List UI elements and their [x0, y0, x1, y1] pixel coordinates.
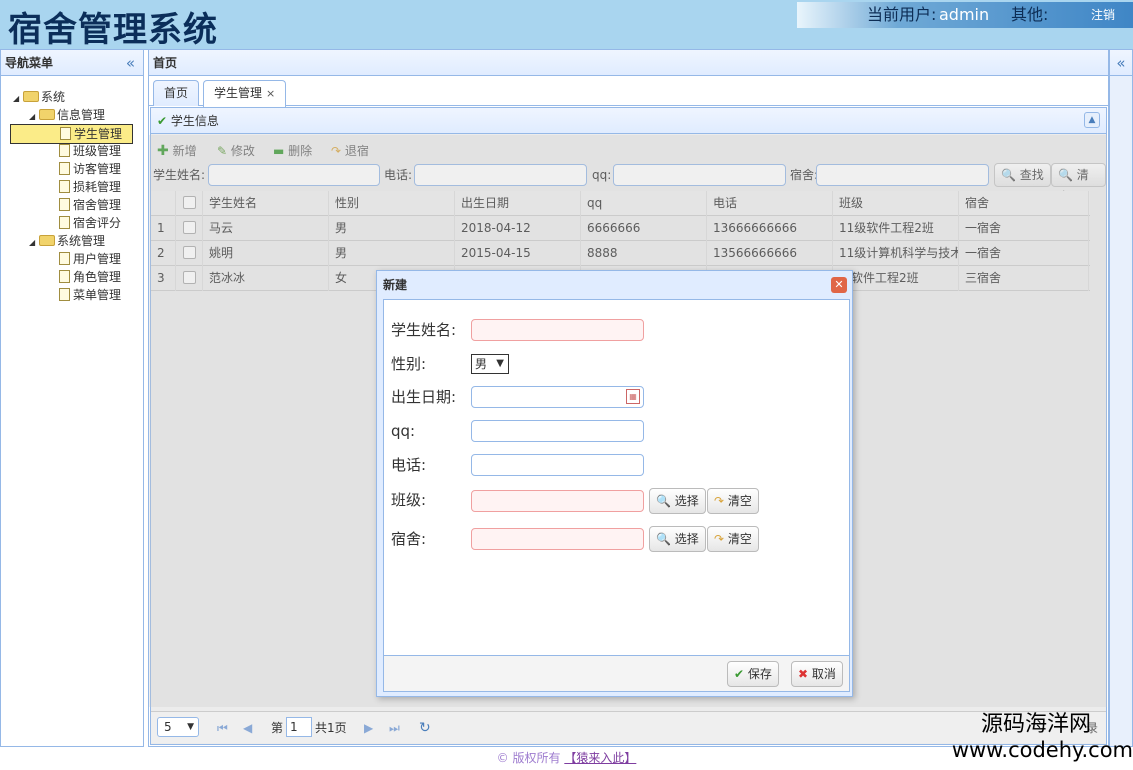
- page-prefix: 第: [271, 721, 284, 735]
- prev-page-icon[interactable]: ◀: [243, 712, 252, 744]
- first-page-icon[interactable]: ⏮: [217, 712, 228, 744]
- phone-field[interactable]: [471, 454, 644, 476]
- chevron-down-icon: ▼: [187, 722, 194, 732]
- dialog-title: 新建: [383, 278, 408, 292]
- file-icon: [59, 270, 70, 283]
- copyright-text: © 版权所有: [496, 751, 561, 765]
- expand-icon[interactable]: ◢: [13, 90, 23, 108]
- save-button[interactable]: ✔ 保存: [727, 661, 779, 687]
- name-label: 学生姓名:: [391, 321, 457, 339]
- dialog-header: 新建 ✕: [377, 271, 852, 299]
- center-title: 首页: [153, 56, 178, 70]
- qq-label: qq:: [391, 422, 416, 440]
- class-label: 班级:: [391, 491, 427, 509]
- folder-icon: [39, 109, 55, 120]
- collapse-left-icon[interactable]: «: [126, 50, 135, 76]
- file-icon: [59, 288, 70, 301]
- file-icon: [59, 198, 70, 211]
- page-size-select[interactable]: 5 ▼: [157, 717, 199, 737]
- file-icon: [60, 127, 71, 140]
- file-icon: [59, 180, 70, 193]
- file-icon: [59, 252, 70, 265]
- east-panel-header: «: [1110, 50, 1132, 76]
- expand-icon[interactable]: ◢: [29, 234, 39, 252]
- tree-node-system[interactable]: ◢ 系统: [13, 88, 65, 106]
- tabs-bar: 首页 学生管理 ×: [149, 76, 1108, 107]
- dorm-choose-button[interactable]: 🔍 选择: [649, 526, 706, 552]
- center-panel-header: 首页: [149, 50, 1108, 76]
- east-panel: «: [1109, 50, 1133, 747]
- student-panel-title: 学生信息: [170, 114, 219, 128]
- logout-link[interactable]: 注销: [1091, 2, 1115, 28]
- undo-icon: ↷: [714, 494, 725, 508]
- tree-node-class-management[interactable]: 班级管理: [59, 142, 121, 160]
- birth-label: 出生日期:: [391, 388, 457, 406]
- footer-link[interactable]: 【猿来入此】: [564, 751, 636, 765]
- nav-panel: 导航菜单 « ◢ 系统 ◢ 信息管理 学生管理 班级管理 访客管理 损耗管理 宿舍管…: [0, 50, 144, 747]
- dorm-clear-button[interactable]: ↷ 清空: [707, 526, 759, 552]
- class-choose-button[interactable]: 🔍 选择: [649, 488, 706, 514]
- dialog-body: 学生姓名: 性别: 男 ▼ 出生日期: ▦ qq: 电话: 班级: 🔍 选择 ↷ …: [383, 299, 850, 656]
- birth-date-field[interactable]: ▦: [471, 386, 644, 408]
- watermark-line1: 源码海洋网: [980, 712, 1091, 737]
- file-icon: [59, 144, 70, 157]
- last-page-icon[interactable]: ⏭: [389, 712, 400, 744]
- folder-icon: [23, 91, 39, 102]
- student-panel-header: ✔ 学生信息 ▲: [151, 108, 1106, 134]
- page-total: 共1页: [315, 721, 347, 735]
- calendar-icon[interactable]: ▦: [626, 389, 640, 404]
- student-name-field[interactable]: [471, 319, 644, 341]
- dorm-field[interactable]: [471, 528, 644, 550]
- folder-icon: [39, 235, 55, 246]
- expand-right-icon[interactable]: «: [1116, 54, 1125, 72]
- refresh-icon[interactable]: ↻: [419, 712, 431, 744]
- tree-node-loss-management[interactable]: 损耗管理: [59, 178, 121, 196]
- file-icon: [59, 216, 70, 229]
- sex-label: 性别:: [391, 355, 427, 373]
- tree-node-role-management[interactable]: 角色管理: [59, 268, 121, 286]
- nav-title: 导航菜单: [5, 56, 54, 70]
- undo-icon: ↷: [714, 532, 725, 546]
- tab-home[interactable]: 首页: [153, 80, 200, 106]
- app-title: 宿舍管理系统: [8, 10, 218, 50]
- check-icon: ✔: [157, 114, 168, 128]
- cancel-icon: ✖: [798, 667, 809, 681]
- close-icon[interactable]: ✕: [831, 277, 847, 293]
- tree-node-user-management[interactable]: 用户管理: [59, 250, 121, 268]
- cancel-button[interactable]: ✖ 取消: [791, 661, 843, 687]
- current-user-name: admin: [939, 5, 990, 24]
- class-clear-button[interactable]: ↷ 清空: [707, 488, 759, 514]
- close-tab-icon[interactable]: ×: [266, 87, 275, 100]
- tree-node-dorm-management[interactable]: 宿舍管理: [59, 196, 121, 214]
- other-label: 其他:: [1011, 5, 1049, 24]
- class-field[interactable]: [471, 490, 644, 512]
- collapse-up-icon[interactable]: ▲: [1084, 112, 1100, 128]
- current-user-label: 当前用户:: [867, 5, 937, 24]
- user-bar: 当前用户: admin 其他: 注销: [797, 2, 1133, 28]
- new-student-dialog: 新建 ✕ 学生姓名: 性别: 男 ▼ 出生日期: ▦ qq: 电话: 班级: 🔍 …: [376, 270, 853, 697]
- tree-node-info-management[interactable]: ◢ 信息管理: [29, 106, 105, 124]
- sex-select[interactable]: 男 ▼: [471, 354, 509, 374]
- dialog-footer: ✔ 保存 ✖ 取消: [383, 656, 850, 692]
- tree-node-dorm-rating[interactable]: 宿舍评分: [59, 214, 121, 232]
- watermark-line2: www.codehy.com: [951, 738, 1133, 762]
- watermark: 源码海洋网 www.codehy.com: [928, 712, 1133, 762]
- magnifier-icon: 🔍: [656, 532, 671, 546]
- next-page-icon[interactable]: ▶: [364, 712, 373, 744]
- page-number-input[interactable]: 1: [286, 717, 312, 737]
- phone-label: 电话:: [391, 456, 427, 474]
- header: 宿舍管理系统 当前用户: admin 其他: 注销: [0, 0, 1133, 50]
- tree-node-visitor-management[interactable]: 访客管理: [59, 160, 121, 178]
- check-icon: ✔: [734, 667, 745, 681]
- tree-node-system-management[interactable]: ◢ 系统管理: [29, 232, 105, 250]
- tree-node-menu-management[interactable]: 菜单管理: [59, 286, 121, 304]
- tree-node-student-management[interactable]: 学生管理: [10, 124, 133, 144]
- magnifier-icon: 🔍: [656, 494, 671, 508]
- chevron-down-icon: ▼: [496, 358, 504, 369]
- file-icon: [59, 162, 70, 175]
- dorm-label: 宿舍:: [391, 530, 427, 548]
- tab-student-management[interactable]: 学生管理 ×: [203, 80, 287, 107]
- qq-field[interactable]: [471, 420, 644, 442]
- nav-panel-header: 导航菜单 «: [1, 50, 143, 76]
